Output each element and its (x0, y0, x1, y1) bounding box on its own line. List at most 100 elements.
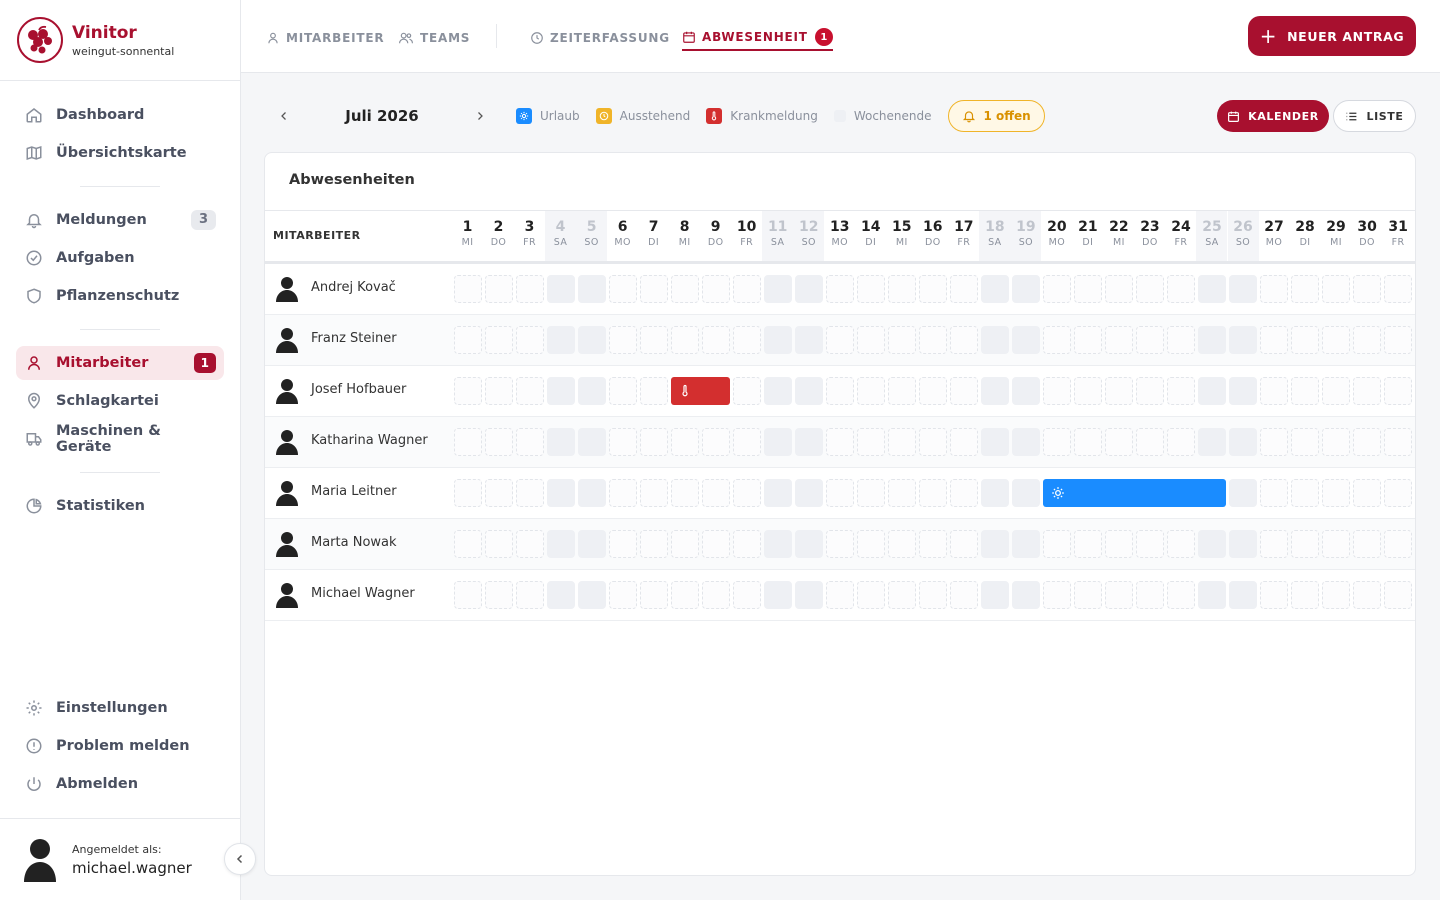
day-cell[interactable] (1384, 530, 1413, 558)
day-cell[interactable] (546, 530, 575, 558)
day-cell[interactable] (639, 275, 668, 303)
day-cell[interactable] (515, 530, 544, 558)
day-cell[interactable] (732, 428, 761, 456)
day-cell[interactable] (918, 326, 947, 354)
day-cell[interactable] (577, 275, 606, 303)
view-list-button[interactable]: LISTE (1333, 100, 1416, 132)
day-cell[interactable] (453, 530, 482, 558)
day-cell[interactable] (639, 530, 668, 558)
day-cell[interactable] (577, 530, 606, 558)
day-cell[interactable] (949, 530, 978, 558)
day-cell[interactable] (918, 428, 947, 456)
day-cell[interactable] (1260, 479, 1289, 507)
day-cell[interactable] (1322, 530, 1351, 558)
day-cell[interactable] (794, 377, 823, 405)
view-calendar-button[interactable]: KALENDER (1217, 100, 1329, 132)
day-cell[interactable] (1291, 428, 1320, 456)
day-cell[interactable] (1229, 326, 1257, 354)
day-cell[interactable] (1291, 479, 1320, 507)
employee-name[interactable]: Michael Wagner (311, 586, 415, 601)
day-cell[interactable] (701, 530, 730, 558)
day-cell[interactable] (608, 479, 637, 507)
day-cell[interactable] (1384, 581, 1413, 609)
day-cell[interactable] (670, 479, 699, 507)
day-cell[interactable] (515, 275, 544, 303)
day-cell[interactable] (887, 377, 916, 405)
day-cell[interactable] (670, 275, 699, 303)
day-cell[interactable] (546, 581, 575, 609)
day-cell[interactable] (825, 581, 854, 609)
day-cell[interactable] (1229, 275, 1257, 303)
day-cell[interactable] (546, 275, 575, 303)
day-cell[interactable] (825, 479, 854, 507)
day-cell[interactable] (608, 581, 637, 609)
day-cell[interactable] (1135, 326, 1164, 354)
day-cell[interactable] (1197, 275, 1226, 303)
day-cell[interactable] (794, 479, 823, 507)
day-cell[interactable] (670, 428, 699, 456)
day-cell[interactable] (1166, 275, 1195, 303)
tab-absence[interactable]: ABWESENHEIT 1 (682, 25, 833, 51)
day-cell[interactable] (1166, 377, 1195, 405)
day-cell[interactable] (856, 530, 885, 558)
day-cell[interactable] (1353, 428, 1382, 456)
day-cell[interactable] (794, 581, 823, 609)
day-cell[interactable] (1135, 377, 1164, 405)
day-cell[interactable] (949, 326, 978, 354)
day-cell[interactable] (732, 581, 761, 609)
day-cell[interactable] (1291, 581, 1320, 609)
day-cell[interactable] (825, 326, 854, 354)
day-cell[interactable] (577, 581, 606, 609)
day-cell[interactable] (887, 275, 916, 303)
sidebar-item-fields[interactable]: Schlagkartei (16, 384, 224, 418)
day-cell[interactable] (701, 326, 730, 354)
day-cell[interactable] (1166, 530, 1195, 558)
day-cell[interactable] (515, 428, 544, 456)
day-cell[interactable] (856, 428, 885, 456)
day-cell[interactable] (856, 479, 885, 507)
day-cell[interactable] (1353, 530, 1382, 558)
day-cell[interactable] (763, 428, 792, 456)
next-month-button[interactable] (466, 102, 494, 130)
day-cell[interactable] (701, 581, 730, 609)
day-cell[interactable] (1353, 581, 1382, 609)
day-cell[interactable] (1260, 530, 1289, 558)
employee-name[interactable]: Josef Hofbauer (311, 382, 406, 397)
day-cell[interactable] (1322, 275, 1351, 303)
day-cell[interactable] (670, 581, 699, 609)
day-cell[interactable] (546, 326, 575, 354)
day-cell[interactable] (546, 479, 575, 507)
sidebar-item-machines[interactable]: Maschinen & Geräte (16, 422, 224, 456)
day-cell[interactable] (701, 428, 730, 456)
day-cell[interactable] (1197, 428, 1226, 456)
day-cell[interactable] (639, 377, 668, 405)
employee-name[interactable]: Katharina Wagner (311, 433, 428, 448)
sidebar-item-logout[interactable]: Abmelden (16, 767, 224, 801)
employee-name[interactable]: Maria Leitner (311, 484, 397, 499)
day-cell[interactable] (1042, 428, 1071, 456)
day-cell[interactable] (453, 275, 482, 303)
day-cell[interactable] (577, 479, 606, 507)
day-cell[interactable] (546, 377, 575, 405)
day-cell[interactable] (1042, 275, 1071, 303)
day-cell[interactable] (453, 428, 482, 456)
sidebar-item-staff[interactable]: Mitarbeiter 1 (16, 346, 224, 380)
day-cell[interactable] (515, 377, 544, 405)
day-cell[interactable] (1384, 479, 1413, 507)
day-cell[interactable] (1229, 377, 1257, 405)
sidebar-item-dashboard[interactable]: Dashboard (16, 98, 224, 132)
day-cell[interactable] (701, 275, 730, 303)
day-cell[interactable] (1011, 326, 1040, 354)
day-cell[interactable] (1384, 428, 1413, 456)
day-cell[interactable] (763, 377, 792, 405)
day-cell[interactable] (1104, 326, 1133, 354)
day-cell[interactable] (1011, 581, 1040, 609)
day-cell[interactable] (701, 479, 730, 507)
tab-staff[interactable]: MITARBEITER (266, 25, 384, 51)
day-cell[interactable] (794, 275, 823, 303)
day-cell[interactable] (1291, 530, 1320, 558)
day-cell[interactable] (453, 479, 482, 507)
day-cell[interactable] (856, 581, 885, 609)
day-cell[interactable] (670, 530, 699, 558)
day-cell[interactable] (484, 581, 513, 609)
